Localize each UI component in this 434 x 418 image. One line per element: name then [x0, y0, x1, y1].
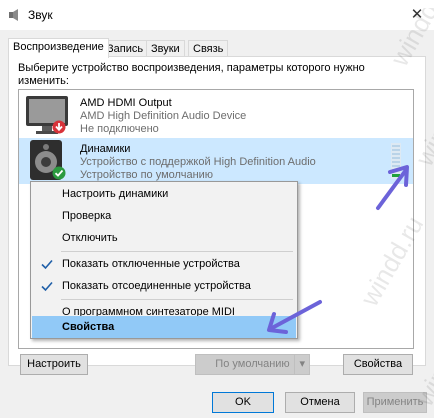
device-description: AMD High Definition Audio Device	[80, 110, 247, 122]
device-status: Не подключено	[80, 123, 159, 135]
checkmark-icon	[41, 259, 53, 270]
tab-communications[interactable]: Связь	[188, 40, 229, 57]
menu-item-label: Настроить динамики	[62, 188, 169, 200]
device-description: Устройство с поддержкой High Definition …	[80, 156, 316, 168]
configure-button[interactable]: Настроить	[20, 354, 88, 375]
device-name: Динамики	[80, 143, 131, 155]
speaker-app-icon	[9, 9, 18, 21]
tab-recording[interactable]: Запись	[102, 40, 149, 57]
set-default-button[interactable]: По умолчанию ▾	[195, 354, 310, 375]
ok-button[interactable]: OK	[212, 392, 274, 413]
tab-sounds[interactable]: Звуки	[146, 40, 185, 57]
menu-item-label: Показать отключенные устройства	[62, 258, 240, 270]
annotation-arrow-icon	[376, 165, 409, 210]
menu-separator	[61, 299, 293, 300]
set-default-label: По умолчанию	[215, 358, 290, 370]
menu-item-test[interactable]: Проверка	[32, 205, 296, 227]
device-status: Устройство по умолчанию	[80, 169, 214, 181]
device-name: AMD HDMI Output	[80, 97, 172, 109]
context-menu: Настроить динамики Проверка Отключить По…	[30, 181, 298, 339]
chevron-down-icon: ▾	[294, 355, 305, 374]
tab-playback[interactable]: Воспроизведение	[8, 38, 109, 58]
menu-item-properties[interactable]: Свойства	[32, 316, 296, 338]
disconnected-arrow-icon	[52, 120, 66, 134]
menu-item-configure-speakers[interactable]: Настроить динамики	[32, 183, 296, 205]
title-bar	[0, 0, 434, 30]
apply-button[interactable]: Применить	[363, 392, 427, 413]
cancel-button[interactable]: Отмена	[285, 392, 355, 413]
menu-item-show-disabled[interactable]: Показать отключенные устройства	[32, 253, 296, 275]
checkmark-icon	[41, 281, 53, 292]
close-button[interactable]: ✕	[404, 2, 430, 28]
default-check-icon	[52, 166, 66, 180]
window-title: Звук	[28, 8, 53, 22]
menu-item-label: Свойства	[62, 321, 115, 333]
instruction-text: Выберите устройство воспроизведения, пар…	[18, 62, 365, 87]
properties-button[interactable]: Свойства	[343, 354, 413, 375]
menu-item-label: Проверка	[62, 210, 112, 222]
menu-item-show-disconnected[interactable]: Показать отсоединенные устройства	[32, 275, 296, 297]
annotation-arrow-icon	[267, 300, 322, 334]
menu-item-label: Отключить	[62, 232, 118, 244]
menu-separator	[61, 251, 293, 252]
menu-item-disable[interactable]: Отключить	[32, 227, 296, 249]
menu-item-label: Показать отсоединенные устройства	[62, 280, 251, 292]
